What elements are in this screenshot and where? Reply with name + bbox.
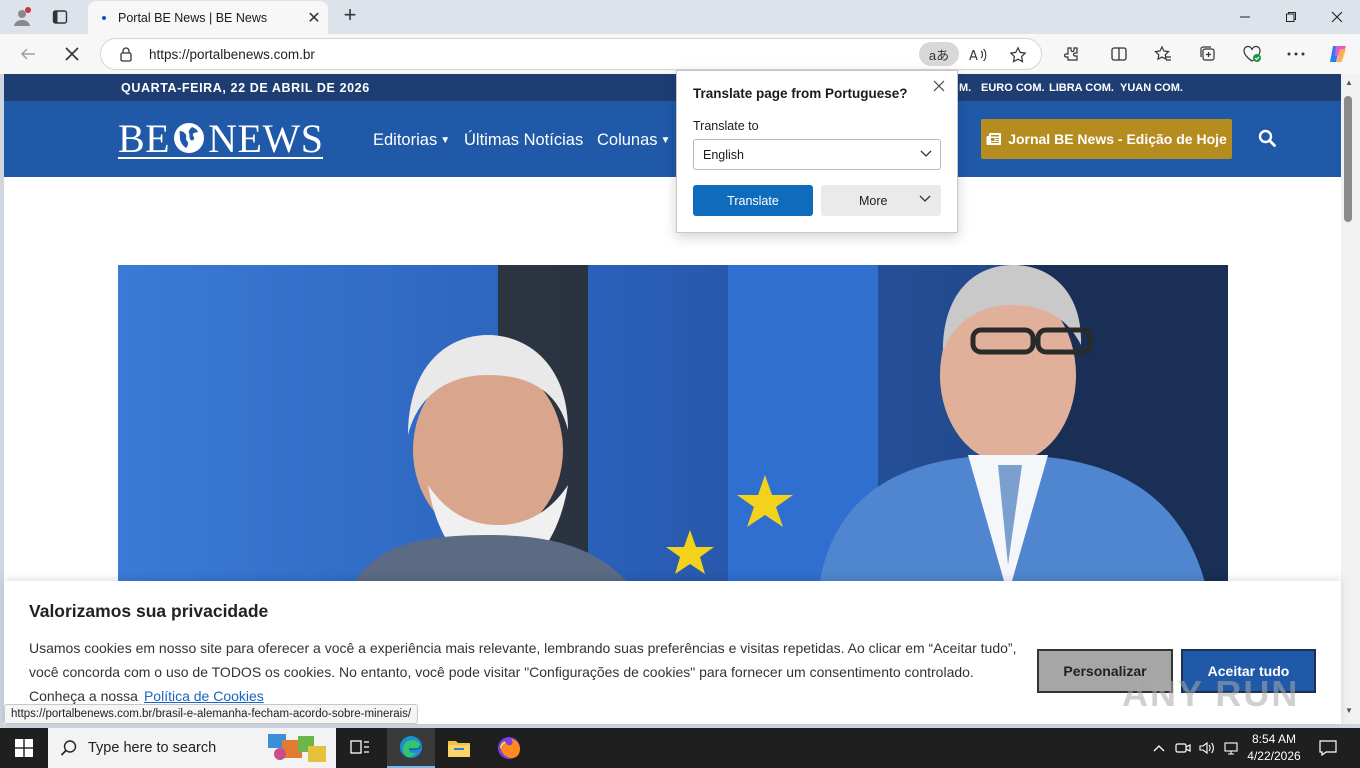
browser-toolbar: https://portalbenews.com.br aあ A	[0, 34, 1360, 74]
favorites-icon[interactable]	[1151, 42, 1175, 66]
menu-ultimas-label: Últimas Notícias	[464, 131, 584, 149]
copilot-icon[interactable]	[1326, 42, 1350, 66]
close-popup-icon[interactable]	[933, 79, 945, 97]
tab-bar: Portal BE News | BE News ✕ +	[0, 0, 1360, 35]
current-date: QUARTA-FEIRA, 22 DE ABRIL DE 2026	[121, 81, 370, 95]
top-date-strip: QUARTA-FEIRA, 22 DE ABRIL DE 2026 M. EUR…	[4, 74, 1341, 101]
back-arrow-icon[interactable]	[16, 42, 40, 66]
currency-libra[interactable]: LIBRA COM.	[1049, 82, 1114, 94]
lock-icon[interactable]	[119, 46, 133, 67]
settings-more-icon[interactable]	[1284, 42, 1308, 66]
menu-editorias-label: Editorias	[373, 131, 438, 149]
jornal-button-label: Jornal BE News - Edição de Hoje	[1008, 131, 1227, 147]
minimize-icon[interactable]	[1222, 0, 1268, 34]
read-aloud-icon[interactable]: A	[967, 44, 989, 66]
anyrun-watermark: ANY RUN	[1122, 673, 1300, 714]
clock-time: 8:54 AM	[1251, 732, 1297, 746]
new-tab-icon[interactable]: +	[338, 4, 362, 28]
notification-center-icon[interactable]	[1318, 738, 1338, 758]
currency-yuan[interactable]: YUAN COM.	[1120, 82, 1183, 94]
jornal-button[interactable]: Jornal BE News - Edição de Hoje	[981, 119, 1232, 159]
edge-taskbar-icon[interactable]	[387, 728, 435, 768]
scroll-thumb[interactable]	[1344, 96, 1352, 222]
newspaper-icon	[986, 133, 1002, 145]
active-tab[interactable]: Portal BE News | BE News ✕	[88, 1, 328, 35]
status-bar-url: https://portalbenews.com.br/brasil-e-ale…	[4, 704, 419, 724]
svg-text:A: A	[969, 49, 978, 63]
tray-chevron-up-icon[interactable]	[1149, 738, 1169, 758]
hero-news-image[interactable]	[118, 265, 1228, 595]
windows-taskbar: Type here to search 8:54 AM 4/22/2026	[0, 728, 1360, 768]
scroll-up-icon[interactable]: ▲	[1343, 78, 1355, 87]
site-header: BE NEWS Editorias ▼ Últimas Notícias Colu…	[4, 101, 1341, 177]
hero-photo	[118, 265, 1228, 595]
translate-icon[interactable]: aあ	[919, 42, 959, 66]
collections-icon[interactable]	[1196, 42, 1220, 66]
url-text[interactable]: https://portalbenews.com.br	[149, 47, 315, 62]
taskbar-search[interactable]: Type here to search	[48, 728, 336, 768]
windows-logo-icon	[15, 739, 33, 757]
translate-popup: Translate page from Portuguese? Translat…	[676, 70, 958, 233]
taskbar-search-placeholder: Type here to search	[88, 740, 217, 756]
favorite-star-icon[interactable]	[1007, 44, 1029, 66]
language-select[interactable]: English	[693, 139, 941, 170]
more-button-label: More	[859, 194, 888, 208]
split-screen-icon[interactable]	[1107, 42, 1131, 66]
cookie-text: Usamos cookies em nosso site para oferec…	[29, 636, 1019, 708]
file-explorer-icon[interactable]	[435, 728, 483, 768]
cookie-policy-link[interactable]: Política de Cookies	[144, 688, 264, 704]
system-clock[interactable]: 8:54 AM 4/22/2026	[1238, 731, 1310, 765]
currency-dollar[interactable]: M.	[959, 82, 971, 94]
clock-date: 4/22/2026	[1247, 749, 1301, 763]
currency-euro[interactable]: EURO COM.	[981, 82, 1045, 94]
close-window-icon[interactable]	[1314, 0, 1360, 34]
tab-actions-icon[interactable]	[48, 6, 72, 28]
browser-essentials-icon[interactable]	[1240, 42, 1264, 66]
extensions-icon[interactable]	[1059, 42, 1083, 66]
translate-popup-title: Translate page from Portuguese?	[693, 86, 908, 101]
task-view-icon[interactable]	[336, 728, 384, 768]
page-scrollbar[interactable]: ▲ ▼	[1341, 74, 1360, 724]
stop-loading-icon[interactable]	[60, 42, 84, 66]
globe-icon	[174, 123, 205, 153]
chevron-down-icon	[920, 150, 932, 157]
firefox-icon[interactable]	[485, 728, 533, 768]
meet-now-icon[interactable]	[1173, 738, 1193, 758]
menu-colunas-label: Colunas	[597, 131, 658, 149]
volume-icon[interactable]	[1197, 738, 1217, 758]
more-button[interactable]: More	[821, 185, 941, 216]
start-button[interactable]	[0, 728, 48, 768]
search-icon[interactable]	[1258, 129, 1276, 152]
loading-dot-icon	[102, 16, 106, 20]
profile-icon[interactable]	[10, 6, 34, 28]
scroll-down-icon[interactable]: ▼	[1343, 706, 1355, 715]
restore-icon[interactable]	[1268, 0, 1314, 34]
tab-title: Portal BE News | BE News	[118, 11, 268, 25]
address-bar[interactable]: https://portalbenews.com.br aあ A	[100, 38, 1042, 70]
cookie-banner: Valorizamos sua privacidade Usamos cooki…	[4, 581, 1341, 724]
translate-button[interactable]: Translate	[693, 185, 813, 216]
chevron-down-icon	[919, 195, 931, 202]
search-highlight-icon	[268, 734, 326, 762]
search-icon	[60, 740, 77, 756]
logo-text-news: NEWS	[208, 115, 324, 161]
caret-down-icon: ▼	[440, 135, 451, 146]
menu-ultimas-noticias[interactable]: Últimas Notícias	[464, 131, 583, 150]
translate-to-label: Translate to	[693, 119, 759, 133]
site-logo[interactable]: BE NEWS	[118, 116, 324, 161]
cookie-title: Valorizamos sua privacidade	[29, 601, 269, 621]
close-tab-icon[interactable]: ✕	[300, 8, 328, 28]
caret-down-icon: ▼	[660, 135, 671, 146]
menu-editorias[interactable]: Editorias ▼	[373, 131, 450, 150]
logo-text-be: BE	[118, 115, 171, 161]
selected-language: English	[703, 148, 744, 162]
menu-colunas[interactable]: Colunas ▼	[597, 131, 670, 150]
